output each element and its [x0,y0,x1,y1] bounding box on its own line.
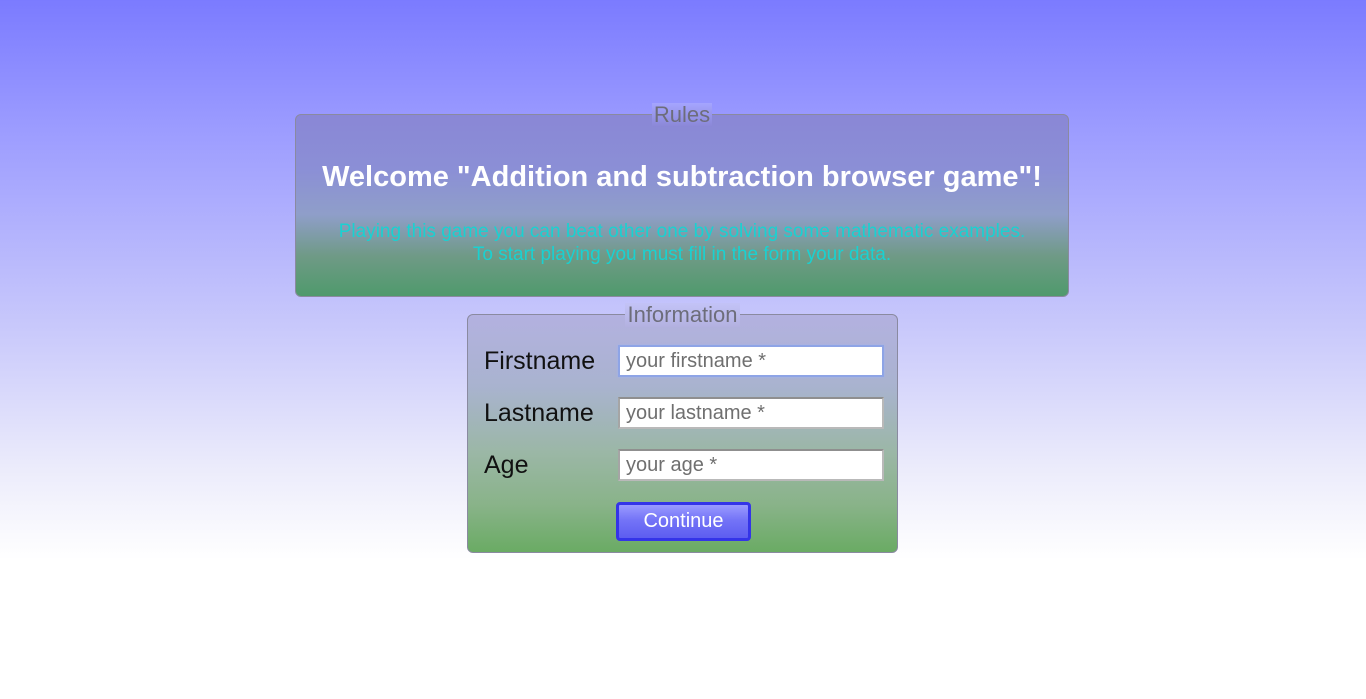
lastname-label: Lastname [484,399,594,427]
age-input[interactable] [618,449,884,481]
rules-description-line: Playing this game you can beat other one… [338,221,1026,242]
lastname-input[interactable] [618,397,884,429]
continue-button[interactable]: Continue [616,502,751,541]
firstname-label: Firstname [484,347,596,375]
firstname-input[interactable] [618,345,884,377]
rules-legend-text: Rules [651,102,713,127]
rules-legend: Rules [296,103,1068,127]
welcome-title: Welcome "Addition and subtraction browse… [322,161,1042,193]
rules-description: Playing this game you can beat other one… [296,220,1068,266]
information-legend-text: Information [625,302,740,327]
rules-description-line: To start playing you must fill in the fo… [472,244,892,265]
age-label: Age [484,451,529,479]
rules-panel: Rules Welcome "Addition and subtraction … [295,103,1069,297]
information-legend: Information [468,303,897,327]
information-form: Information Firstname Lastname Age Conti… [467,303,898,553]
